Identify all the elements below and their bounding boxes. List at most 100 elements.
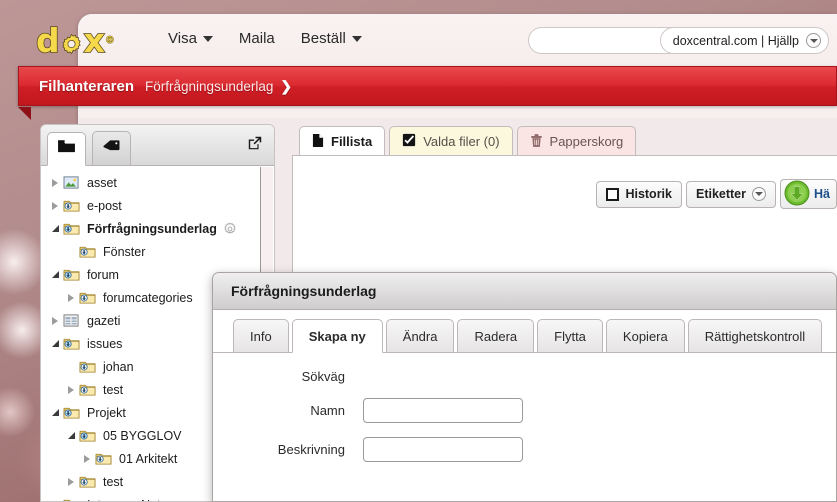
form-row-beskrivning: Beskrivning <box>213 437 836 462</box>
nav-item-visa-label: Visa <box>168 30 197 47</box>
historik-button[interactable]: Historik <box>596 180 682 208</box>
download-arrow-icon <box>784 180 810 209</box>
dialog-tab-label: Kopiera <box>622 328 668 344</box>
grid-folder-icon <box>63 313 82 328</box>
breadcrumb-item-forfragningsunderlag[interactable]: Förfrågningsunderlag <box>145 79 273 94</box>
tree-collapse-icon[interactable] <box>63 432 79 439</box>
tab-fillista-label: Fillista <box>331 134 373 149</box>
tree-item-label: Intercopy.Net <box>87 498 160 502</box>
folder-icon <box>63 497 82 501</box>
folder-blue-icon <box>63 221 82 236</box>
tree-collapse-icon[interactable] <box>47 340 63 347</box>
dialog-tab-radera[interactable]: Radera <box>457 319 535 352</box>
nav-item-bestall-label: Beställ <box>300 30 346 47</box>
dialog-tab-r-ttighetskontroll[interactable]: Rättighetskontroll <box>687 319 823 352</box>
folder-icon <box>79 359 98 374</box>
folder-properties-dialog: Förfrågningsunderlag Info Skapa ny Ändra Ra… <box>212 272 837 502</box>
tree-item-label: 05 BYGGLOV <box>103 428 182 443</box>
tree-item-label: test <box>103 382 124 397</box>
download-button-label: Hä <box>814 187 830 201</box>
tab-valda-filer[interactable]: Valda filer (0) <box>389 126 513 156</box>
file-toolbar: Historik Etiketter Hä <box>596 179 837 209</box>
tree-item-f-rfr-gningsunderlag[interactable]: Förfrågningsunderlag <box>41 217 274 240</box>
tab-papperskorg[interactable]: Papperskorg <box>516 126 637 156</box>
dialog-tab-label: Skapa ny <box>308 328 366 344</box>
tree-item-e-post[interactable]: e-post <box>41 194 274 217</box>
logo-letter-d: d <box>35 20 60 61</box>
tree-collapse-icon[interactable] <box>47 225 63 232</box>
sidebar-tab-folders[interactable] <box>47 132 86 166</box>
tree-item-label: test <box>103 474 124 489</box>
tree-item-label: forumcategories <box>103 290 193 305</box>
nav-item-visa[interactable]: Visa <box>168 30 213 47</box>
tree-item-f-nster[interactable]: Fönster <box>41 240 274 263</box>
folder-icon <box>79 290 98 305</box>
field-label-s-kv-g: Sökväg <box>301 369 345 384</box>
external-link-icon[interactable] <box>247 135 263 156</box>
dialog-tab-flytta[interactable]: Flytta <box>537 319 603 352</box>
tree-expand-icon[interactable] <box>63 293 79 302</box>
chevron-down-circle-icon <box>806 33 821 48</box>
sidebar-tabs <box>41 125 274 166</box>
tree-expand-icon[interactable] <box>63 477 79 486</box>
folder-blue-icon <box>63 336 82 351</box>
dialog-tab-label: Info <box>250 328 272 344</box>
checkbox-checked-icon <box>402 133 416 150</box>
gear-icon[interactable] <box>223 222 237 236</box>
dox-logo[interactable]: d x ® <box>35 20 116 61</box>
tree-expand-icon[interactable] <box>79 454 95 463</box>
tree-expand-icon[interactable] <box>47 316 63 325</box>
folder-icon <box>63 198 82 213</box>
download-button[interactable]: Hä <box>780 179 837 209</box>
tree-expand-icon[interactable] <box>47 201 63 210</box>
field-input-namn[interactable] <box>363 398 523 423</box>
sidebar-tab-tags[interactable] <box>92 131 131 165</box>
page-title: Filhanteraren <box>39 77 135 95</box>
tree-expand-icon[interactable] <box>63 385 79 394</box>
breadcrumb: Filhanteraren Förfrågningsunderlag ❯ <box>18 66 837 120</box>
etiketter-button[interactable]: Etiketter <box>685 180 777 208</box>
chevron-down-circle-icon <box>752 187 767 201</box>
dialog-tab-label: Radera <box>474 328 518 344</box>
tab-fillista[interactable]: Fillista <box>299 126 386 156</box>
tree-item-label: gazeti <box>87 313 121 328</box>
form-row-s-kv-g: Sökväg <box>213 369 836 384</box>
folder-blue-icon <box>63 405 82 420</box>
tree-expand-icon[interactable] <box>47 500 63 501</box>
folder-icon <box>79 474 98 489</box>
dialog-tab--ndra[interactable]: Ändra <box>385 319 455 352</box>
nav-item-maila[interactable]: Maila <box>239 30 275 47</box>
tree-item-label: asset <box>87 175 117 190</box>
tag-icon <box>102 139 121 159</box>
content-tabs: Fillista Valda filer (0) Papperskorg <box>292 124 837 156</box>
nav-item-maila-label: Maila <box>238 30 275 47</box>
dialog-title: Förfrågningsunderlag <box>213 273 836 310</box>
field-label-beskrivning: Beskrivning <box>277 442 345 457</box>
dialog-tab-kopiera[interactable]: Kopiera <box>605 319 685 352</box>
tree-expand-icon[interactable] <box>47 178 63 187</box>
tree-item-label: Projekt <box>87 405 126 420</box>
folder-blue-icon <box>79 428 98 443</box>
account-menu-label: doxcentral.com | Hjällp <box>672 33 799 48</box>
folder-icon <box>79 244 98 259</box>
dialog-tab-skapa-ny[interactable]: Skapa ny <box>291 319 383 353</box>
tree-item-asset[interactable]: asset <box>41 171 274 194</box>
folder-blue-icon <box>63 267 82 282</box>
image-folder-icon <box>63 175 82 190</box>
nav-item-bestall[interactable]: Beställ <box>301 30 362 47</box>
account-menu[interactable]: doxcentral.com | Hjällp <box>659 27 829 54</box>
folder-icon <box>57 139 76 159</box>
field-label-namn: Namn <box>310 403 345 418</box>
folder-icon <box>79 382 98 397</box>
field-input-beskrivning[interactable] <box>363 437 523 462</box>
dialog-tab-info[interactable]: Info <box>233 319 289 352</box>
tree-item-label: issues <box>87 336 123 351</box>
folder-icon <box>95 451 114 466</box>
tree-item-label: johan <box>103 359 134 374</box>
top-navigation: Visa Maila Beställ <box>168 30 362 47</box>
file-icon <box>312 133 324 151</box>
dialog-tab-label: Flytta <box>554 328 586 344</box>
tree-collapse-icon[interactable] <box>47 271 63 278</box>
tree-collapse-icon[interactable] <box>47 409 63 416</box>
dialog-tabs: Info Skapa ny Ändra Radera Flytta Kopiera Rätt… <box>213 317 836 353</box>
